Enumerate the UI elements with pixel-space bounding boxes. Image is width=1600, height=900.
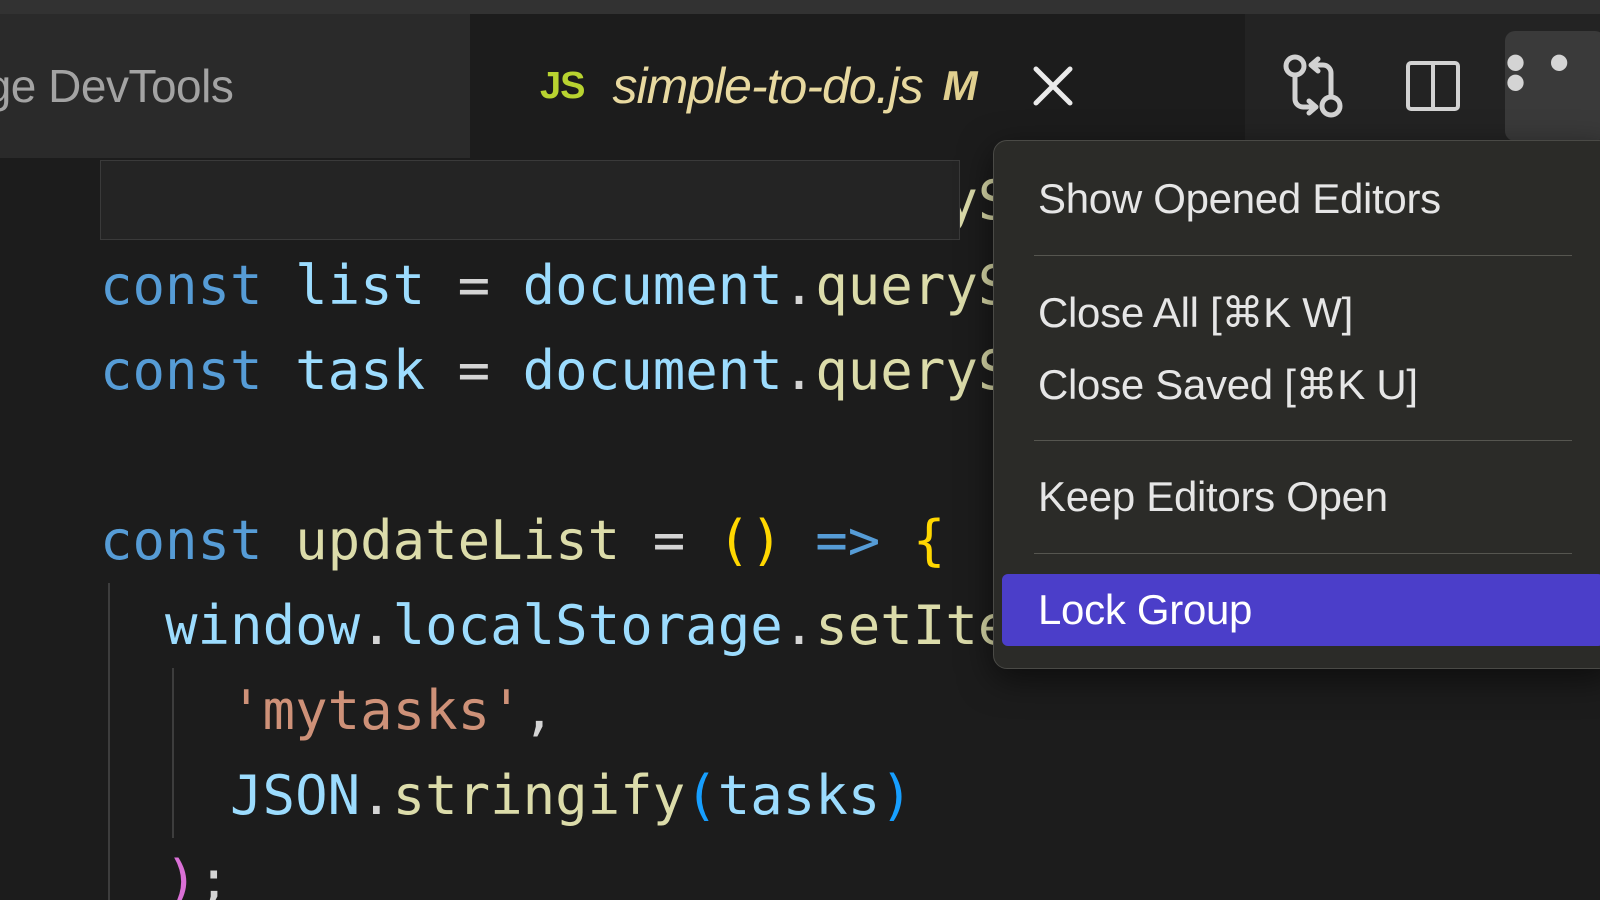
code-token: .	[782, 339, 816, 402]
code-token: const	[100, 509, 296, 572]
more-actions-dots: • • •	[1505, 29, 1573, 116]
menu-item-close-all-k-w[interactable]: Close All [⌘K W]	[994, 276, 1600, 348]
code-token: JSON	[230, 764, 361, 827]
editor-gutter	[0, 158, 100, 900]
menu-item-lock-group[interactable]: Lock Group	[1002, 574, 1600, 646]
editor-context-menu[interactable]: Show Opened Editors Close All [⌘K W] Close…	[993, 140, 1600, 669]
split-editor-icon[interactable]	[1387, 40, 1479, 132]
menu-separator	[1034, 440, 1572, 441]
code-token: (	[685, 764, 718, 827]
code-token: .	[360, 594, 393, 657]
tab-simple-to-do-js[interactable]: JS simple-to-do.js M	[470, 14, 1245, 158]
menu-item-label: Show Opened Editors	[1038, 175, 1441, 222]
menu-item-keep-editors-open[interactable]: Keep Editors Open	[994, 461, 1600, 533]
code-token: )	[750, 509, 783, 572]
code-token: stringify	[392, 764, 686, 827]
editor-actions-toolbar: • • •	[1245, 14, 1600, 158]
menu-item-show-opened-editors[interactable]: Show Opened Editors	[994, 163, 1600, 235]
menu-item-label: Lock Group	[1038, 586, 1253, 633]
git-modified-badge: M	[942, 62, 978, 109]
more-actions-icon[interactable]: • • •	[1505, 31, 1600, 141]
editor-tab-bar: lge DevTools JS simple-to-do.js M • • •	[0, 14, 1600, 158]
code-token: 'mytasks'	[230, 679, 523, 742]
code-line: 'mytasks',	[100, 668, 1600, 753]
code-token: const	[100, 254, 296, 317]
code-token: =>	[815, 509, 881, 572]
code-token: ,	[522, 679, 556, 742]
code-token: =	[620, 509, 718, 572]
code-token: =	[425, 339, 523, 402]
menu-item-label: Keep Editors Open	[1038, 473, 1388, 520]
code-token: )	[880, 764, 913, 827]
code-token: document	[522, 339, 783, 402]
menu-item-label: Close All [⌘K W]	[1038, 288, 1353, 336]
tab-devtools-label: lge DevTools	[0, 60, 234, 112]
tab-devtools[interactable]: lge DevTools	[0, 14, 470, 158]
menu-item-label: Close Saved [⌘K U]	[1038, 360, 1418, 408]
code-token: task	[295, 339, 426, 402]
code-token: tasks	[717, 764, 881, 827]
code-token: updateList	[295, 509, 621, 572]
menu-separator	[1034, 255, 1572, 256]
indent-guide	[108, 838, 110, 900]
menu-separator	[1034, 553, 1572, 554]
compare-changes-icon[interactable]	[1267, 40, 1359, 132]
code-token: window	[165, 594, 361, 657]
code-token: .	[782, 254, 816, 317]
tab-title: simple-to-do.js	[612, 58, 923, 114]
code-token: localStorage	[392, 594, 783, 657]
code-token: {	[912, 509, 946, 572]
code-token: .	[360, 764, 393, 827]
indent-guide	[172, 753, 174, 838]
window-top-strip	[0, 0, 1600, 14]
code-token: )	[165, 849, 198, 900]
code-line: );	[100, 838, 1600, 900]
code-line: JSON.stringify(tasks)	[100, 753, 1600, 838]
indent-guide	[108, 583, 110, 668]
js-file-icon: JS	[540, 64, 585, 107]
code-token: document	[522, 254, 783, 317]
close-icon[interactable]	[1022, 55, 1084, 117]
current-line-highlight	[100, 160, 960, 240]
indent-guide	[172, 668, 174, 753]
code-token: ;	[197, 849, 231, 900]
code-token: =	[425, 254, 523, 317]
code-token: (	[717, 509, 751, 572]
menu-item-close-saved-k-u[interactable]: Close Saved [⌘K U]	[994, 348, 1600, 420]
code-token: list	[295, 254, 426, 317]
indent-guide	[108, 753, 110, 838]
code-token: const	[100, 339, 296, 402]
code-token: .	[782, 594, 816, 657]
indent-guide	[108, 668, 110, 753]
